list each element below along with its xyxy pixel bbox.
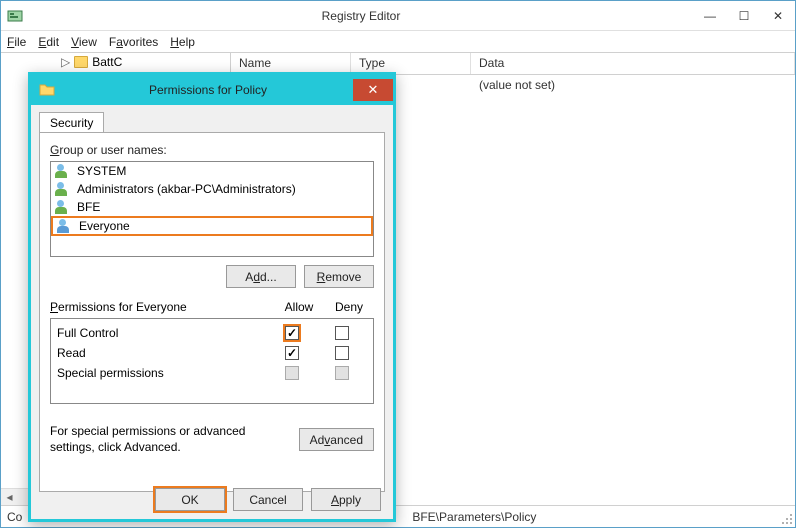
window-controls: — ☐ ✕ <box>693 5 795 27</box>
remove-button[interactable]: Remove <box>304 265 374 288</box>
col-data[interactable]: Data <box>471 53 795 74</box>
advanced-text: For special permissions or advanced sett… <box>50 424 289 455</box>
deny-checkbox[interactable] <box>335 346 349 360</box>
tab-security[interactable]: Security <box>39 112 104 133</box>
regedit-icon <box>7 8 23 24</box>
group-item-everyone[interactable]: Everyone <box>51 216 373 236</box>
add-button[interactable]: Add... <box>226 265 296 288</box>
perm-name: Full Control <box>57 326 267 340</box>
group-names-label: Group or user names: <box>50 143 374 157</box>
ok-button[interactable]: OK <box>155 488 225 511</box>
col-deny: Deny <box>324 300 374 314</box>
status-prefix: Co <box>7 510 22 524</box>
folder-icon <box>74 56 88 68</box>
allow-checkbox[interactable] <box>285 346 299 360</box>
permissions-for-label: Permissions for Everyone <box>50 300 274 314</box>
deny-checkbox <box>335 366 349 380</box>
permissions-listbox: Full Control Read Special permissions <box>50 318 374 404</box>
perm-name: Read <box>57 346 267 360</box>
group-item-label: Administrators (akbar-PC\Administrators) <box>77 182 296 196</box>
tree-item-label: BattC <box>92 55 122 69</box>
perm-row-full-control: Full Control <box>57 323 367 343</box>
allow-checkbox <box>285 366 299 380</box>
group-listbox[interactable]: SYSTEM Administrators (akbar-PC\Administ… <box>50 161 374 257</box>
group-icon <box>55 200 71 214</box>
col-type[interactable]: Type <box>351 53 471 74</box>
permissions-dialog: Permissions for Policy ✕ Security Group … <box>28 72 396 522</box>
menu-view[interactable]: View <box>71 35 97 49</box>
menubar: File Edit View Favorites Help <box>1 31 795 53</box>
menu-edit[interactable]: Edit <box>38 35 59 49</box>
group-icon <box>55 182 71 196</box>
col-name[interactable]: Name <box>231 53 351 74</box>
perm-row-read: Read <box>57 343 367 363</box>
folder-icon <box>39 82 55 98</box>
window-title: Registry Editor <box>29 9 693 23</box>
user-icon <box>57 219 73 233</box>
titlebar: Registry Editor — ☐ ✕ <box>1 1 795 31</box>
maximize-button[interactable]: ☐ <box>727 5 761 27</box>
group-item-label: Everyone <box>79 219 130 233</box>
cell-data: (value not set) <box>471 75 795 95</box>
group-item-label: BFE <box>77 200 100 214</box>
tab-body: Group or user names: SYSTEM Administrato… <box>39 132 385 492</box>
advanced-row: For special permissions or advanced sett… <box>50 424 374 455</box>
menu-file[interactable]: File <box>7 35 26 49</box>
group-buttons: Add... Remove <box>50 265 374 288</box>
group-item-bfe[interactable]: BFE <box>51 198 373 216</box>
group-icon <box>55 164 71 178</box>
dialog-close-button[interactable]: ✕ <box>353 79 393 101</box>
dialog-footer: OK Cancel Apply <box>31 488 393 511</box>
group-item-system[interactable]: SYSTEM <box>51 162 373 180</box>
group-item-administrators[interactable]: Administrators (akbar-PC\Administrators) <box>51 180 373 198</box>
allow-checkbox[interactable] <box>285 326 299 340</box>
resize-grip-icon[interactable] <box>781 513 793 525</box>
minimize-button[interactable]: — <box>693 5 727 27</box>
advanced-button[interactable]: Advanced <box>299 428 374 451</box>
dialog-title: Permissions for Policy <box>63 83 353 97</box>
perm-row-special: Special permissions <box>57 363 367 383</box>
menu-help[interactable]: Help <box>170 35 195 49</box>
perm-name: Special permissions <box>57 366 267 380</box>
dialog-titlebar[interactable]: Permissions for Policy ✕ <box>31 75 393 105</box>
close-button[interactable]: ✕ <box>761 5 795 27</box>
tree-item[interactable]: ▷ BattC <box>1 53 230 71</box>
permissions-header: Permissions for Everyone Allow Deny <box>50 300 374 314</box>
tab-strip: Security <box>39 111 385 132</box>
apply-button[interactable]: Apply <box>311 488 381 511</box>
status-path: BFE\Parameters\Policy <box>412 510 536 524</box>
cancel-button[interactable]: Cancel <box>233 488 303 511</box>
scroll-left-icon[interactable]: ◂ <box>1 489 18 506</box>
deny-checkbox[interactable] <box>335 326 349 340</box>
expand-icon[interactable]: ▷ <box>61 55 70 69</box>
col-allow: Allow <box>274 300 324 314</box>
group-item-label: SYSTEM <box>77 164 126 178</box>
menu-favorites[interactable]: Favorites <box>109 35 158 49</box>
